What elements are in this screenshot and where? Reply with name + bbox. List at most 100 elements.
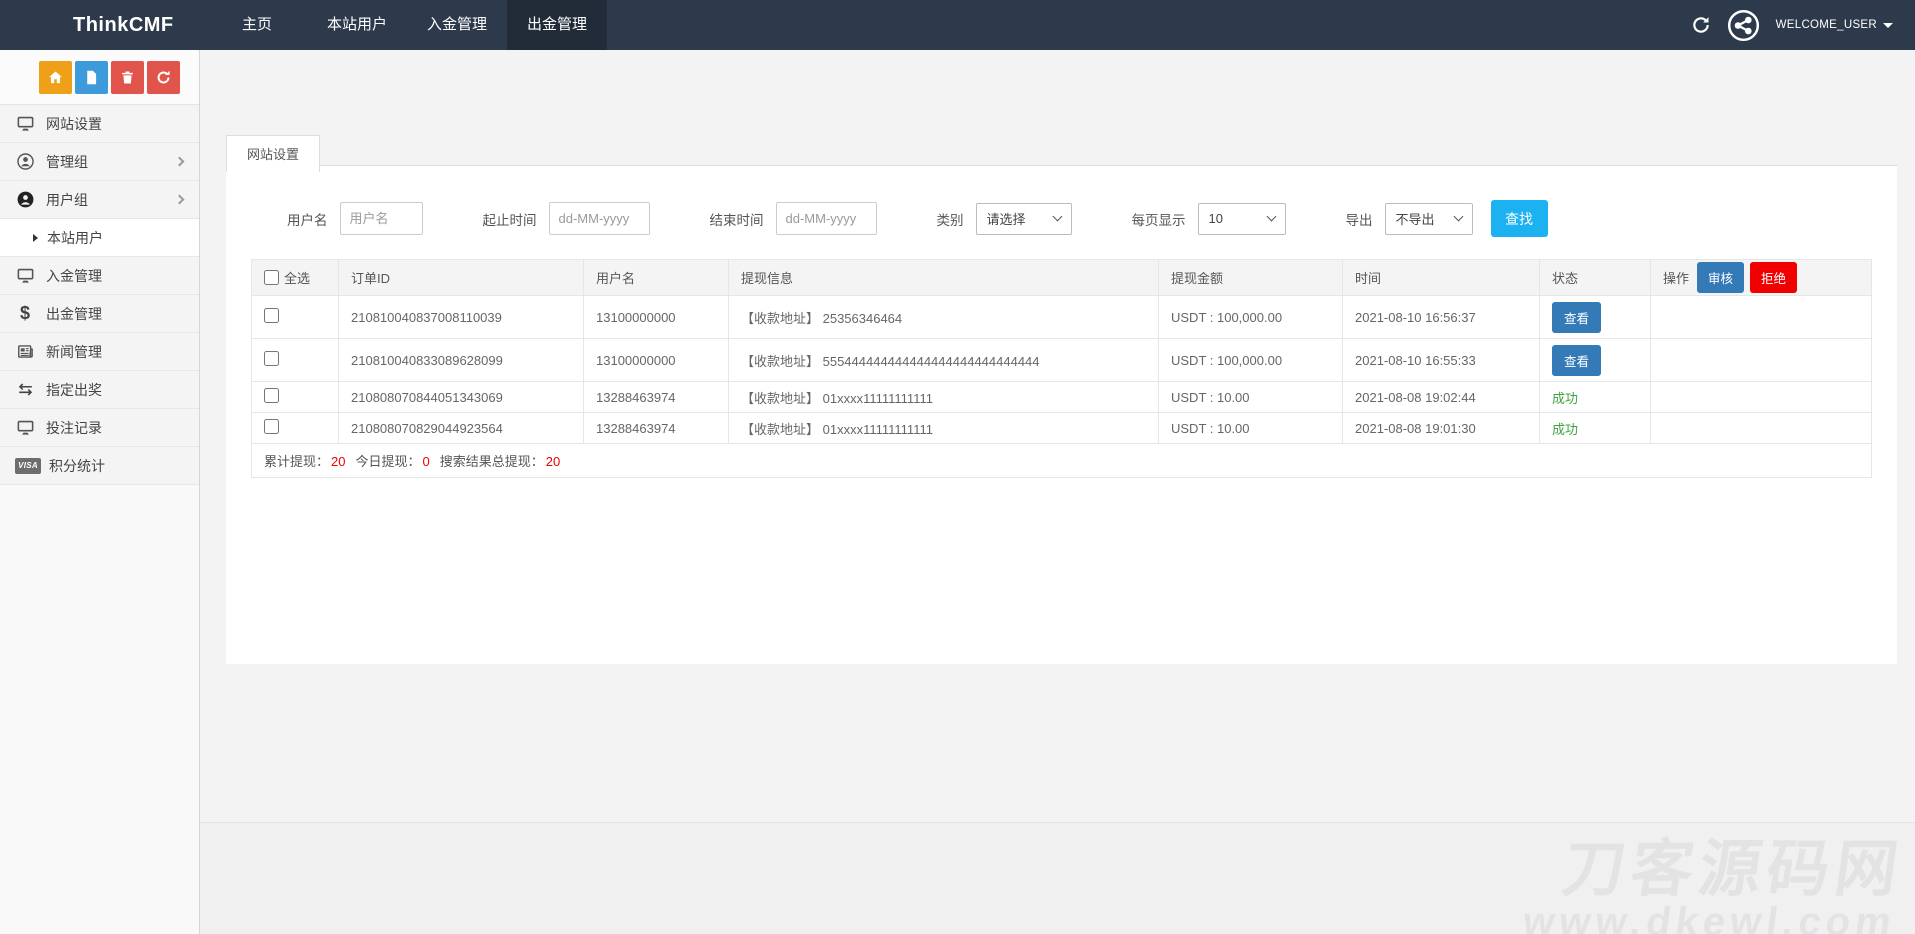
recycle-icon <box>155 69 172 86</box>
sidebar: 网站设置 管理组 用户组 本站用户 <box>0 50 200 934</box>
table-row: 210808070829044923564 13288463974 【收款地址】… <box>252 413 1872 444</box>
summary-result-label: 搜索结果总提现： <box>440 454 544 469</box>
user-menu[interactable]: WELCOME_USER <box>1776 19 1893 31</box>
nav-item-home[interactable]: 主页 <box>207 0 307 50</box>
file-icon <box>83 69 100 86</box>
file-button[interactable] <box>75 61 108 94</box>
status-badge: 成功 <box>1552 422 1578 437</box>
amount-cell: USDT : 10.00 <box>1159 382 1343 413</box>
filter-form: 用户名 起止时间 结束时间 类别 请选择 每页显示 <box>287 200 1872 237</box>
time-cell: 2021-08-10 16:55:33 <box>1343 339 1540 382</box>
category-select[interactable]: 请选择 <box>976 203 1072 235</box>
actions-cell <box>1651 413 1872 444</box>
sidebar-item-bet-records[interactable]: 投注记录 <box>0 409 199 447</box>
tab-bar: 网站设置 <box>226 134 1897 166</box>
end-time-label: 结束时间 <box>710 209 764 229</box>
view-button[interactable]: 查看 <box>1552 345 1601 376</box>
username-input[interactable] <box>340 202 423 235</box>
page-footer: 刀客源码网 www.dkewl.com <box>200 822 1915 934</box>
sidebar-item-site-settings[interactable]: 网站设置 <box>0 105 199 143</box>
sidebar-item-label: 本站用户 <box>47 228 103 248</box>
visa-icon: VISA <box>15 458 41 474</box>
sidebar-item-news[interactable]: 新闻管理 <box>0 333 199 371</box>
amount-cell: USDT : 10.00 <box>1159 413 1343 444</box>
export-select[interactable]: 不导出 <box>1385 203 1473 235</box>
row-checkbox[interactable] <box>264 308 279 323</box>
col-time: 时间 <box>1343 260 1540 296</box>
select-all-label: 全选 <box>284 268 310 287</box>
info-cell: 【收款地址】 01xxxx11111111111 <box>729 382 1159 413</box>
navbar-right: WELCOME_USER <box>1691 0 1915 50</box>
sidebar-item-label: 网站设置 <box>46 114 102 134</box>
sidebar-item-label: 投注记录 <box>46 418 102 438</box>
per-page-select-value: 10 <box>1209 211 1223 226</box>
summary-total-value: 20 <box>331 454 345 469</box>
select-all-checkbox[interactable] <box>264 270 279 285</box>
category-label: 类别 <box>937 209 964 229</box>
sidebar-item-points-stats[interactable]: VISA 积分统计 <box>0 447 199 485</box>
home-icon <box>47 69 64 86</box>
row-checkbox[interactable] <box>264 388 279 403</box>
sidebar-item-label: 新闻管理 <box>46 342 102 362</box>
user-circle-icon <box>15 152 35 172</box>
order-id-cell: 210810040833089628099 <box>339 339 584 382</box>
trash-icon <box>119 69 136 86</box>
recycle-button[interactable] <box>147 61 180 94</box>
info-cell: 【收款地址】 25356346464 <box>729 296 1159 339</box>
summary-today-value: 0 <box>423 454 430 469</box>
export-select-value: 不导出 <box>1396 209 1435 228</box>
row-checkbox[interactable] <box>264 351 279 366</box>
sidebar-item-deposit[interactable]: 入金管理 <box>0 257 199 295</box>
refresh-icon[interactable] <box>1691 15 1711 35</box>
sidebar-item-label: 出金管理 <box>46 304 102 324</box>
tab-site-settings[interactable]: 网站设置 <box>226 135 320 172</box>
content-card: 网站设置 用户名 起止时间 结束时间 类别 请选择 <box>226 134 1897 664</box>
username-label: 用户名 <box>287 209 328 229</box>
sidebar-item-withdraw[interactable]: $ 出金管理 <box>0 295 199 333</box>
sidebar-item-assign-prize[interactable]: 指定出奖 <box>0 371 199 409</box>
sidebar-toolbar <box>0 50 199 105</box>
approve-button[interactable]: 审核 <box>1697 262 1744 293</box>
sidebar-item-label: 积分统计 <box>49 456 105 476</box>
per-page-select[interactable]: 10 <box>1198 203 1286 235</box>
table-row: 210810040837008110039 13100000000 【收款地址】… <box>252 296 1872 339</box>
trash-button[interactable] <box>111 61 144 94</box>
sidebar-item-user-group[interactable]: 用户组 <box>0 181 199 219</box>
user-circle-filled-icon <box>15 190 35 210</box>
start-date-input[interactable] <box>549 202 650 235</box>
chevron-down-icon <box>1453 212 1463 222</box>
watermark-title: 刀客源码网 <box>1526 837 1908 902</box>
monitor-icon <box>15 114 35 134</box>
home-button[interactable] <box>39 61 72 94</box>
summary-total-label: 累计提现： <box>264 454 329 469</box>
time-cell: 2021-08-08 19:02:44 <box>1343 382 1540 413</box>
summary-result-value: 20 <box>546 454 560 469</box>
sidebar-item-admin-group[interactable]: 管理组 <box>0 143 199 181</box>
reject-button[interactable]: 拒绝 <box>1750 262 1797 293</box>
time-cell: 2021-08-08 19:01:30 <box>1343 413 1540 444</box>
withdraw-table: 全选 订单ID 用户名 提现信息 提现金额 时间 状态 操作审核拒绝 <box>251 259 1872 478</box>
col-status: 状态 <box>1540 260 1651 296</box>
nav-item-deposit[interactable]: 入金管理 <box>407 0 507 50</box>
summary-today-label: 今日提现： <box>355 454 420 469</box>
search-button[interactable]: 查找 <box>1491 200 1548 237</box>
watermark: 刀客源码网 www.dkewl.com <box>1520 837 1907 934</box>
nav-item-site-users[interactable]: 本站用户 <box>307 0 407 50</box>
view-button[interactable]: 查看 <box>1552 302 1601 333</box>
brand-logo[interactable]: ThinkCMF <box>0 0 200 50</box>
sidebar-item-label: 用户组 <box>46 190 88 210</box>
avatar[interactable] <box>1727 9 1760 42</box>
newspaper-icon <box>15 342 35 362</box>
user-menu-label: WELCOME_USER <box>1776 19 1877 31</box>
actions-cell <box>1651 339 1872 382</box>
sidebar-menu: 网站设置 管理组 用户组 本站用户 <box>0 105 199 485</box>
end-date-input[interactable] <box>776 202 877 235</box>
info-cell: 【收款地址】 01xxxx11111111111 <box>729 413 1159 444</box>
order-id-cell: 210808070844051343069 <box>339 382 584 413</box>
username-cell: 13288463974 <box>584 413 729 444</box>
chevron-down-icon <box>1883 23 1893 28</box>
row-checkbox[interactable] <box>264 419 279 434</box>
dollar-icon: $ <box>15 303 35 324</box>
nav-item-withdraw[interactable]: 出金管理 <box>507 0 607 50</box>
sidebar-item-site-users[interactable]: 本站用户 <box>0 219 199 257</box>
